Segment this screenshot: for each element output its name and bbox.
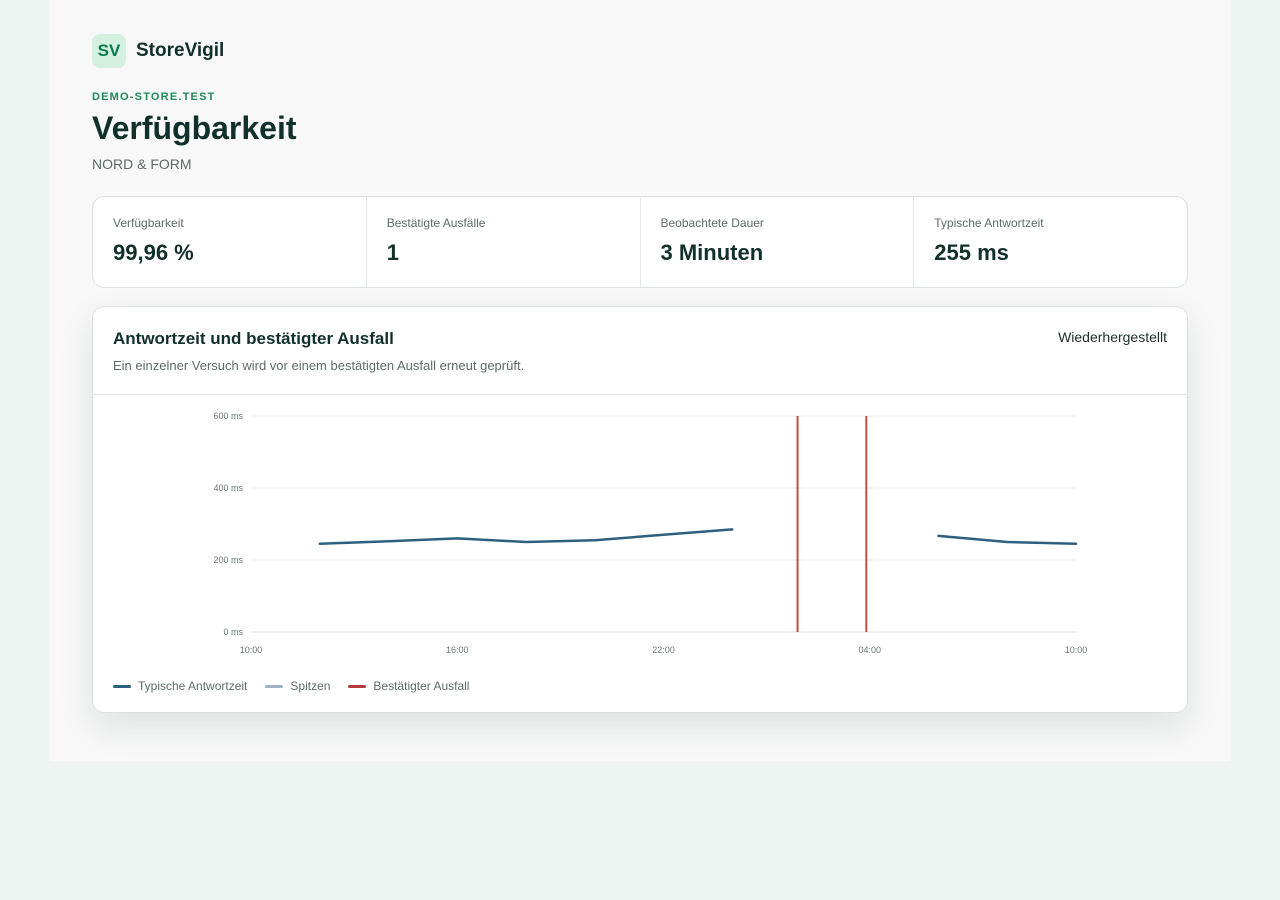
response-time-chart: 0 ms 200 ms 400 ms 600 ms 10:00 16:00 22:00 04:… [213,411,1088,655]
x-tick-label: 04:00 [858,645,881,655]
legend-label: Typische Antwortzeit [138,679,248,693]
stat-availability: Verfügbarkeit 99,96 % [93,197,367,287]
page: SV StoreVigil DEMO-STORE.TEST Verfügbark… [50,0,1230,761]
y-tick-label: 400 ms [213,483,243,493]
stat-typical-response: Typische Antwortzeit 255 ms [914,197,1187,287]
card-header: Antwortzeit und bestätigter Ausfall Ein … [93,307,1187,395]
y-tick-label: 600 ms [213,411,243,421]
y-tick-label: 200 ms [213,555,243,565]
legend-item-typical: Typische Antwortzeit [113,679,247,693]
chart-legend: Typische Antwortzeit Spitzen Bestätigter… [113,679,487,693]
stat-label: Beobachtete Dauer [660,216,764,230]
stat-label: Verfügbarkeit [113,216,184,230]
x-tick-label: 10:00 [240,645,263,655]
stat-observed-duration: Beobachtete Dauer 3 Minuten [641,197,915,287]
series-line [318,528,734,546]
brand-logo: SV [92,34,126,68]
page-title: Verfügbarkeit [92,110,297,146]
stat-value: 3 Minuten [660,240,764,265]
legend-item-outage: Bestätigter Ausfall [348,679,469,693]
legend-label: Bestätigter Ausfall [373,679,470,693]
legend-swatch [348,684,367,688]
legend-label: Spitzen [290,679,331,693]
stat-value: 1 [386,240,399,265]
store-domain: DEMO-STORE.TEST [92,91,216,103]
y-tick-label: 0 ms [223,627,243,637]
stat-label: Bestätigte Ausfälle [386,216,486,230]
stat-confirmed-outages: Bestätigte Ausfälle 1 [367,197,641,287]
card-title: Antwortzeit und bestätigter Ausfall [113,329,394,348]
status-badge: Wiederhergestellt [1058,329,1167,345]
x-tick-label: 16:00 [446,645,469,655]
stat-value: 99,96 % [113,240,194,265]
stat-label: Typische Antwortzeit [934,216,1044,230]
page-subtitle: NORD & FORM [92,156,192,172]
stats-panel: Verfügbarkeit 99,96 % Bestätigte Ausfäll… [92,196,1188,288]
response-time-card: Antwortzeit und bestätigter Ausfall Ein … [92,306,1188,713]
x-tick-label: 10:00 [1065,645,1088,655]
legend-swatch [113,684,131,688]
legend-swatch [265,684,284,688]
legend-item-peaks: Spitzen [265,679,330,693]
brand-name: StoreVigil [136,40,225,61]
series-line [937,534,1078,546]
stat-value: 255 ms [934,240,1009,265]
card-description: Ein einzelner Versuch wird vor einem bes… [113,358,525,373]
x-tick-label: 22:00 [652,645,675,655]
brand: SV StoreVigil [92,34,224,68]
